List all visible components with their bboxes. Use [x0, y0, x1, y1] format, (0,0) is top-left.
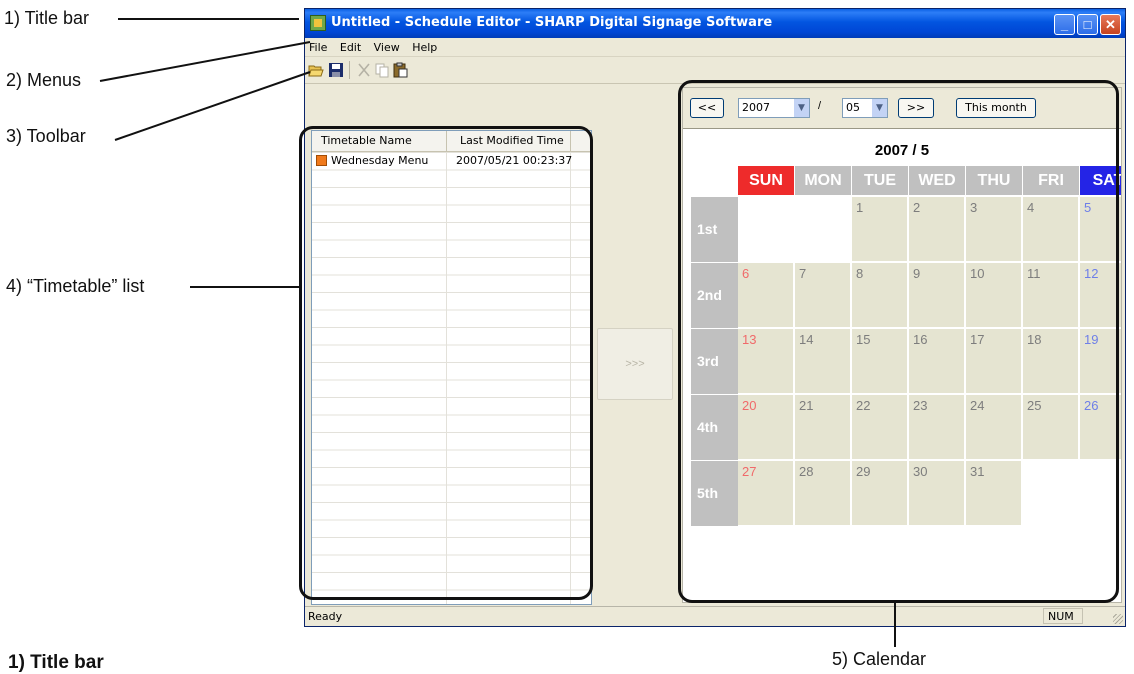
close-button[interactable]: ✕ [1100, 14, 1121, 35]
paste-icon[interactable] [392, 62, 408, 78]
minimize-icon: _ [1060, 17, 1069, 32]
menu-view[interactable]: View [370, 39, 404, 54]
resize-grip[interactable] [1113, 614, 1123, 624]
app-icon [310, 15, 326, 31]
menu-file[interactable]: File [305, 39, 331, 54]
close-icon: ✕ [1105, 17, 1116, 32]
annotation-toolbar: 3) Toolbar [6, 126, 86, 146]
maximize-button[interactable]: □ [1077, 14, 1098, 35]
maximize-icon: □ [1083, 17, 1092, 32]
annotation-calendar: 5) Calendar [832, 649, 927, 669]
menu-bar: File Edit View Help [305, 38, 1125, 57]
window-title: Untitled - Schedule Editor - SHARP Digit… [331, 15, 773, 30]
toolbar-separator [349, 61, 350, 79]
open-folder-icon[interactable] [308, 62, 324, 78]
menu-edit[interactable]: Edit [336, 39, 365, 54]
save-icon[interactable] [328, 62, 344, 78]
title-bar[interactable]: Untitled - Schedule Editor - SHARP Digit… [305, 9, 1125, 38]
annotation-menus: 2) Menus [6, 70, 82, 90]
highlight-timetable-list [299, 126, 593, 600]
assign-button[interactable]: >>> [597, 328, 673, 400]
minimize-button[interactable]: _ [1054, 14, 1075, 35]
num-lock-indicator: NUM [1043, 608, 1083, 624]
section-heading: 1) Title bar [8, 652, 104, 673]
status-bar: Ready NUM [305, 606, 1125, 626]
cut-icon[interactable] [356, 62, 372, 78]
highlight-calendar [678, 80, 1119, 603]
menu-help[interactable]: Help [408, 39, 441, 54]
copy-icon[interactable] [374, 62, 390, 78]
status-text: Ready [308, 610, 343, 623]
annotation-timetable-list: 4) “Timetable” list [6, 276, 145, 296]
annotation-title-bar: 1) Title bar [4, 8, 90, 28]
